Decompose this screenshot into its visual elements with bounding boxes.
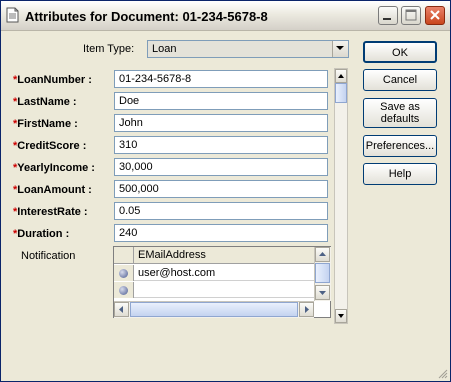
label-text: LoanAmount	[17, 184, 86, 196]
item-type-value: Loan	[152, 43, 177, 55]
row-indicator-icon	[119, 286, 128, 295]
resize-grip-icon[interactable]	[436, 367, 448, 379]
credit-score-field[interactable]: 310	[114, 136, 328, 154]
window-title: Attributes for Document: 01-234-5678-8	[25, 9, 268, 24]
label-text: YearlyIncome	[17, 162, 89, 174]
chevron-down-icon	[338, 314, 344, 318]
scroll-thumb[interactable]	[315, 263, 330, 283]
label-credit-score: *CreditScore :	[13, 140, 86, 152]
column-header-email[interactable]: EMailAddress	[138, 249, 206, 261]
yearly-income-field[interactable]: 30,000	[114, 158, 328, 176]
row-selector[interactable]	[114, 265, 134, 281]
chevron-up-icon	[338, 74, 344, 78]
email-cell[interactable]: user@host.com	[138, 267, 215, 279]
label-text: Duration	[17, 228, 63, 240]
maximize-icon	[405, 9, 417, 21]
interest-rate-field[interactable]: 0.05	[114, 202, 328, 220]
scroll-thumb[interactable]	[335, 83, 347, 103]
label-suffix: :	[74, 118, 78, 130]
label-interest-rate: *InterestRate :	[13, 206, 88, 218]
loan-number-field[interactable]: 01-234-5678-8	[114, 70, 328, 88]
help-button[interactable]: Help	[363, 163, 437, 185]
grid-vertical-scrollbar[interactable]	[314, 247, 331, 301]
notification-grid[interactable]: EMailAddress user@host.com	[113, 246, 331, 318]
label-suffix: :	[88, 74, 92, 86]
label-loan-number: *LoanNumber :	[13, 74, 92, 86]
label-text: CreditScore	[17, 140, 80, 152]
loan-amount-field[interactable]: 500,000	[114, 180, 328, 198]
chevron-down-icon	[336, 46, 344, 50]
chevron-down-icon	[319, 291, 326, 295]
scroll-right-button[interactable]	[299, 302, 314, 317]
label-suffix: :	[65, 228, 70, 240]
chevron-up-icon	[319, 252, 326, 256]
row-indicator-icon	[119, 269, 128, 278]
label-first-name: *FirstName :	[13, 118, 78, 130]
form-vertical-scrollbar[interactable]	[334, 68, 348, 324]
label-last-name: *LastName :	[13, 96, 77, 108]
last-name-field[interactable]: Doe	[114, 92, 328, 110]
chevron-right-icon	[305, 306, 309, 313]
grid-header: EMailAddress	[114, 247, 314, 264]
label-suffix: :	[83, 206, 88, 218]
label-text: FirstName	[17, 118, 72, 130]
label-suffix: :	[91, 162, 95, 174]
duration-field[interactable]: 240	[114, 224, 328, 242]
chevron-left-icon	[119, 306, 123, 313]
label-suffix: :	[88, 184, 92, 196]
scroll-down-button[interactable]	[315, 285, 330, 300]
label-suffix: :	[82, 140, 87, 152]
ok-button[interactable]: OK	[363, 41, 437, 63]
label-text: LoanNumber	[17, 74, 86, 86]
scroll-thumb[interactable]	[130, 302, 298, 317]
document-icon	[6, 7, 19, 23]
item-type-label-text: Item Type:	[83, 43, 135, 55]
label-loan-amount: *LoanAmount :	[13, 184, 92, 196]
label-text: InterestRate	[17, 206, 81, 218]
scroll-up-button[interactable]	[315, 247, 330, 262]
save-as-defaults-line2: defaults	[380, 113, 420, 125]
label-text: LastName	[17, 96, 70, 108]
scroll-up-button[interactable]	[335, 69, 347, 83]
minimize-button[interactable]	[378, 6, 398, 25]
save-as-defaults-line1: Save as	[380, 101, 420, 113]
title-bar[interactable]: Attributes for Document: 01-234-5678-8	[1, 1, 450, 31]
grid-horizontal-scrollbar[interactable]	[114, 301, 314, 318]
maximize-button[interactable]	[401, 6, 421, 25]
grid-corner[interactable]	[114, 247, 134, 263]
minimize-icon	[383, 18, 391, 20]
notification-label: Notification	[21, 250, 76, 262]
table-row[interactable]	[114, 282, 314, 298]
attributes-dialog: Attributes for Document: 01-234-5678-8 I…	[0, 0, 451, 382]
scroll-down-button[interactable]	[335, 309, 347, 323]
label-duration: *Duration :	[13, 228, 69, 240]
label-yearly-income: *YearlyIncome :	[13, 162, 95, 174]
row-selector[interactable]	[114, 282, 134, 298]
save-as-defaults-button[interactable]: Save as defaults	[363, 98, 437, 128]
scroll-left-button[interactable]	[114, 302, 129, 317]
dropdown-button[interactable]	[332, 41, 348, 57]
item-type-label: Item Type:	[83, 43, 134, 55]
first-name-field[interactable]: John	[114, 114, 328, 132]
close-icon	[430, 10, 440, 20]
item-type-select[interactable]: Loan	[147, 40, 349, 58]
preferences-button[interactable]: Preferences...	[363, 135, 437, 157]
cancel-button[interactable]: Cancel	[363, 69, 437, 91]
close-button[interactable]	[425, 6, 445, 25]
table-row[interactable]: user@host.com	[114, 265, 314, 281]
label-suffix: :	[72, 96, 77, 108]
